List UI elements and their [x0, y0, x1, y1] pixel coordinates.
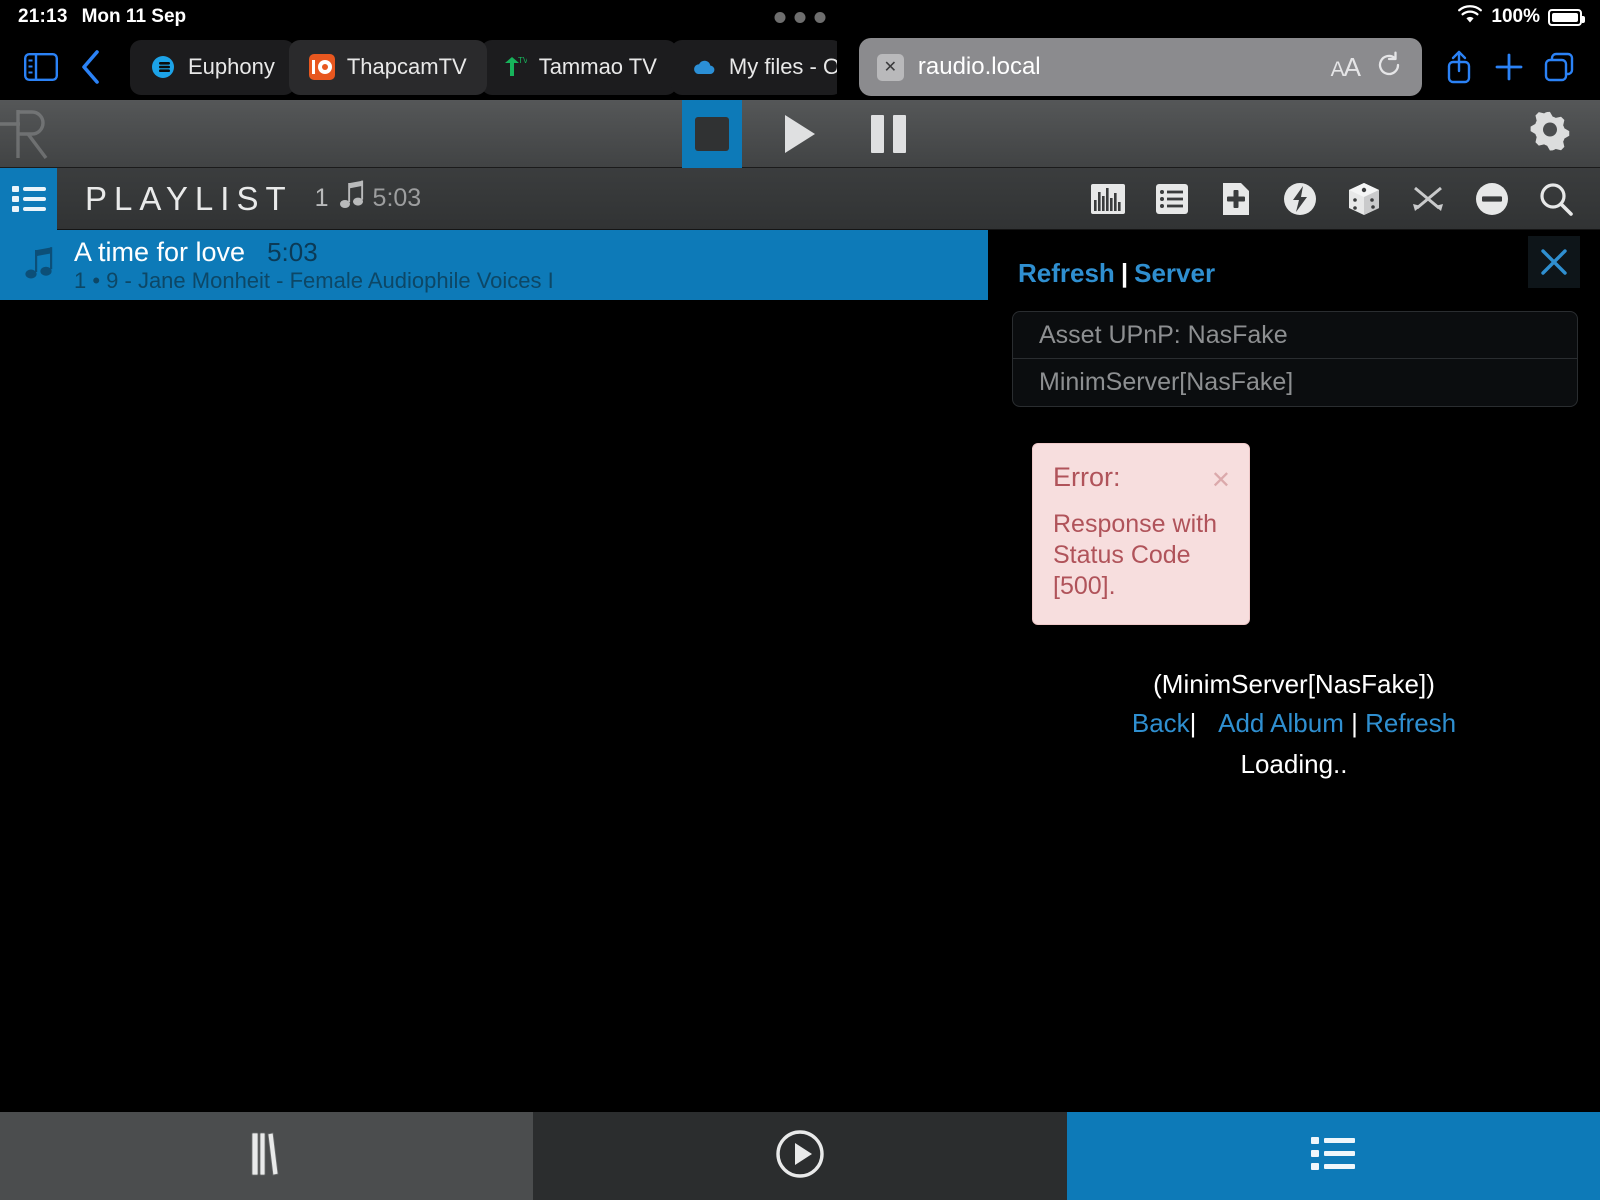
clear-url-icon[interactable]: ✕ [876, 53, 904, 81]
gear-icon[interactable] [1526, 107, 1574, 160]
page-title: PLAYLIST [85, 179, 293, 217]
music-note-icon [14, 246, 66, 284]
remove-icon[interactable] [1472, 179, 1512, 219]
track-duration: 5:03 [267, 236, 318, 267]
tab-strip: Euphony ThapcamTV TV Tammao TV My files … [130, 39, 837, 95]
playlist-duration: 5:03 [372, 184, 422, 212]
breadcrumb-server-link[interactable]: Server [1134, 258, 1215, 288]
browser-tab-my-files[interactable]: My files - On [670, 39, 837, 95]
multitasking-dots-icon[interactable] [774, 11, 826, 23]
text-size-button[interactable]: AA [1331, 52, 1361, 83]
tab-label: ThapcamTV [346, 54, 467, 79]
web-app-viewport: PLAYLIST 1 5:03 A time for love 5:03 1 •… [0, 99, 1600, 1200]
reload-icon[interactable] [1374, 50, 1404, 85]
svg-text:TV: TV [518, 56, 527, 65]
hr-logo [0, 102, 68, 166]
new-tab-plus-icon[interactable] [1486, 44, 1532, 90]
dice-icon[interactable] [1344, 179, 1384, 219]
list-item[interactable]: MinimServer[NasFake] [1013, 359, 1577, 406]
back-link[interactable]: Back [1132, 708, 1190, 738]
battery-percent: 100% [1491, 6, 1540, 27]
nav-playlist[interactable] [1066, 1112, 1600, 1200]
tab-label: Euphony [188, 54, 275, 79]
breadcrumb-separator: | [1120, 258, 1129, 288]
link-separator: | [1351, 708, 1358, 738]
current-server-label: (MinimServer[NasFake]) [1153, 669, 1435, 699]
lightning-icon[interactable] [1280, 179, 1320, 219]
url-text: raudio.local [917, 53, 1041, 80]
refresh-link[interactable]: Refresh [1365, 708, 1456, 738]
error-message: Response with Status Code [500]. [1053, 510, 1217, 600]
list-item[interactable]: Asset UPnP: NasFake [1013, 312, 1577, 359]
tabs-overview-icon[interactable] [1536, 44, 1582, 90]
address-bar[interactable]: ✕ raudio.local AA [858, 38, 1422, 96]
playlist-icon[interactable] [0, 167, 57, 230]
ios-status-bar: 21:13 Mon 11 Sep 100% [0, 0, 1600, 34]
browser-tab-tammao-tv[interactable]: TV Tammao TV [480, 39, 677, 95]
track-title: A time for love [74, 236, 246, 267]
pause-button[interactable] [858, 100, 918, 168]
nav-library[interactable] [0, 1112, 534, 1200]
thapcamtv-favicon [308, 54, 335, 80]
back-chevron-icon[interactable] [68, 44, 114, 90]
shuffle-icon[interactable] [1408, 179, 1448, 219]
browser-tab-thapcamtv[interactable]: ThapcamTV [288, 39, 487, 95]
play-circle-icon [775, 1129, 825, 1184]
music-note-icon [339, 180, 367, 217]
status-right-cluster: 100% [1457, 4, 1585, 30]
library-books-icon [246, 1131, 288, 1182]
browser-tab-euphony[interactable]: Euphony [130, 39, 295, 95]
euphony-favicon [150, 54, 176, 80]
player-transport-bar [0, 99, 1600, 168]
tab-label: Tammao TV [538, 54, 657, 79]
tab-label: My files - On [728, 54, 837, 79]
app-main: A time for love 5:03 1 • 9 - Jane Monhei… [0, 230, 1600, 1112]
playlist-toolbar [1088, 179, 1600, 219]
track-subtitle: 1 • 9 - Jane Monheit - Female Audiophile… [74, 267, 554, 293]
playlist-header: PLAYLIST 1 5:03 [0, 167, 1600, 230]
safari-toolbar: Euphony ThapcamTV TV Tammao TV My files … [0, 34, 1600, 100]
playlist-list-icon [1311, 1136, 1356, 1177]
error-title: Error: [1053, 462, 1121, 492]
onedrive-favicon [691, 54, 717, 80]
loading-status: Loading.. [1240, 749, 1348, 779]
status-time: 21:13 [18, 6, 68, 27]
error-alert: Error: ✕ Response with Status Code [500]… [1032, 443, 1250, 625]
stop-button[interactable] [682, 99, 742, 168]
tammao-tv-favicon: TV [501, 54, 529, 80]
browse-panel: Refresh | Server Asset UPnP: NasFake Minim… [988, 230, 1600, 1112]
list-icon[interactable] [1152, 179, 1192, 219]
share-icon[interactable] [1436, 44, 1482, 90]
breadcrumb: Refresh | Server [1010, 230, 1578, 289]
spectrum-analyzer-icon[interactable] [1088, 179, 1128, 219]
table-row[interactable]: A time for love 5:03 1 • 9 - Jane Monhei… [0, 230, 988, 300]
nav-playback[interactable] [533, 1112, 1067, 1200]
play-button[interactable] [770, 100, 830, 168]
sidebar-toggle-icon[interactable] [18, 44, 64, 90]
transport-controls [682, 99, 918, 168]
playlist-pane: A time for love 5:03 1 • 9 - Jane Monhei… [0, 230, 988, 1112]
bottom-nav [0, 1112, 1600, 1200]
track-info: A time for love 5:03 1 • 9 - Jane Monhei… [74, 237, 554, 294]
close-panel-icon[interactable] [1528, 236, 1580, 288]
breadcrumb-refresh-link[interactable]: Refresh [1018, 258, 1115, 288]
add-album-link[interactable]: Add Album [1218, 708, 1344, 738]
battery-icon [1548, 8, 1585, 26]
server-list: Asset UPnP: NasFake MinimServer[NasFake] [1012, 311, 1578, 407]
add-file-icon[interactable] [1216, 179, 1256, 219]
status-date: Mon 11 Sep [81, 6, 187, 27]
panel-actions: Back| Add Album | Refresh [1010, 708, 1578, 739]
link-separator: | [1189, 708, 1197, 738]
search-icon[interactable] [1536, 179, 1576, 219]
dismiss-error-icon[interactable]: ✕ [1211, 466, 1231, 495]
wifi-icon [1457, 4, 1483, 30]
playlist-count: 1 [314, 184, 329, 212]
